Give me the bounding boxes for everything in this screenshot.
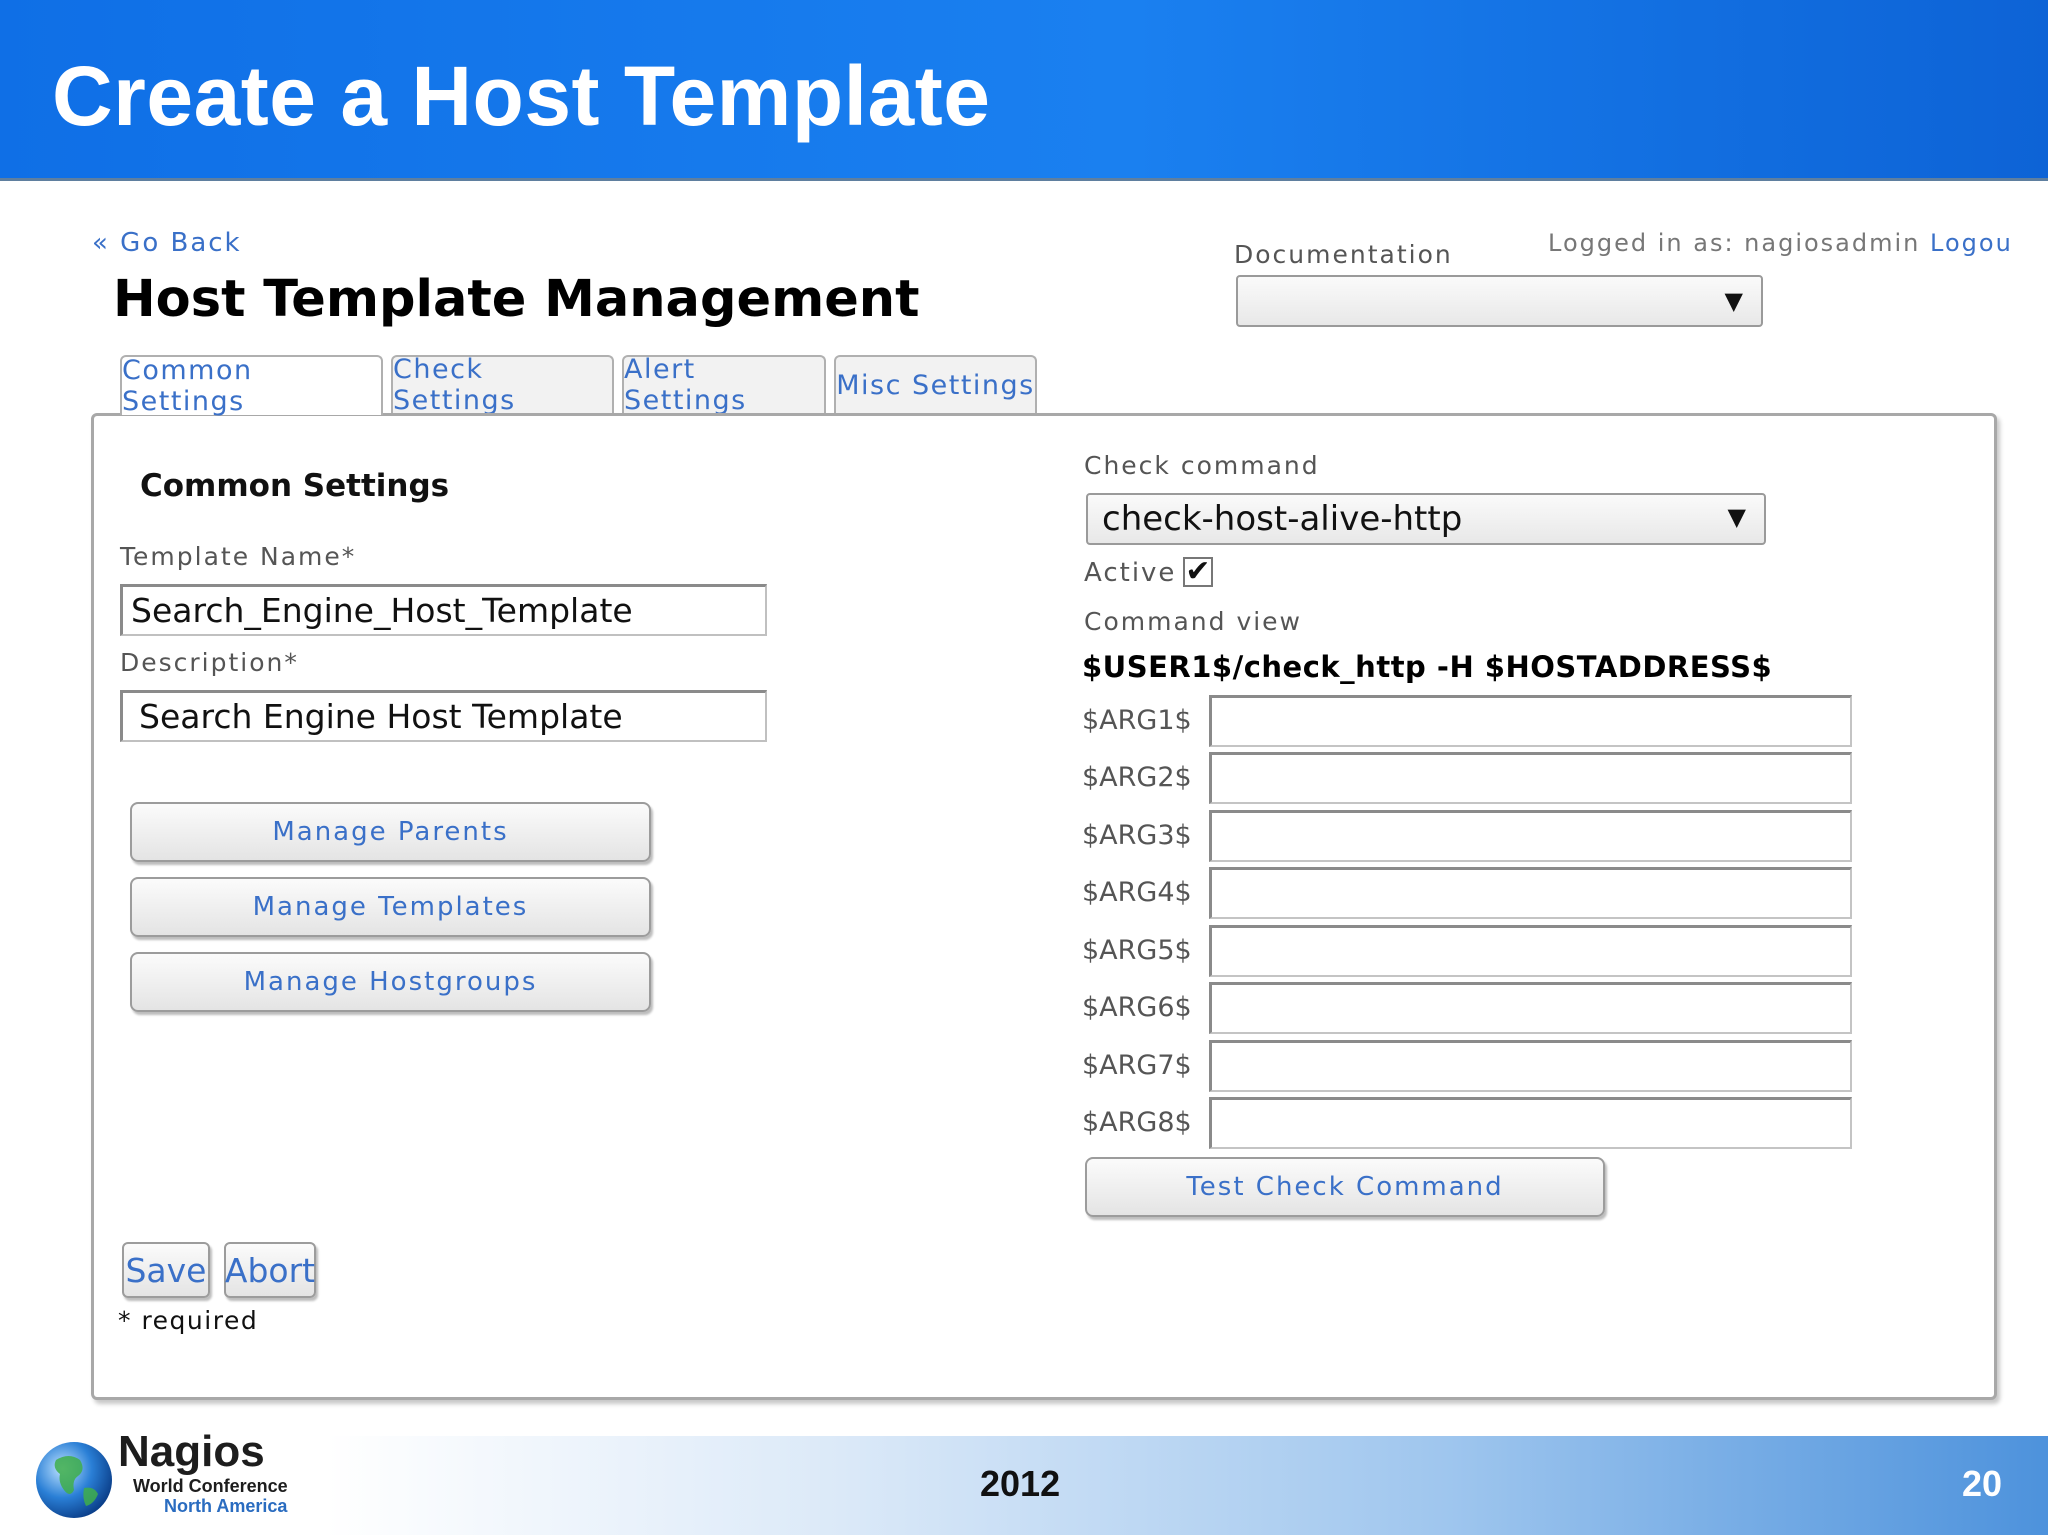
footer-band bbox=[326, 1436, 2048, 1535]
arg-label: $ARG6$ bbox=[1082, 992, 1192, 1023]
page-title: Host Template Management bbox=[113, 270, 920, 329]
chevron-down-icon: ▼ bbox=[1724, 287, 1743, 315]
required-note: * required bbox=[118, 1306, 259, 1335]
arg-label: $ARG7$ bbox=[1082, 1050, 1192, 1081]
tab-misc-settings[interactable]: Misc Settings bbox=[834, 355, 1037, 413]
logo-name: Nagios bbox=[118, 1427, 265, 1476]
check-command-select[interactable]: check-host-alive-http ▼ bbox=[1086, 493, 1766, 545]
arg1-input[interactable] bbox=[1209, 695, 1852, 747]
slide-header: Create a Host Template bbox=[0, 0, 2048, 181]
arg4-input[interactable] bbox=[1209, 867, 1852, 919]
documentation-label: Documentation bbox=[1234, 240, 1453, 269]
arg5-input[interactable] bbox=[1209, 925, 1852, 977]
description-input[interactable]: Search Engine Host Template bbox=[120, 690, 767, 742]
documentation-select[interactable]: ▼ bbox=[1236, 275, 1763, 327]
save-button[interactable]: Save bbox=[122, 1242, 210, 1298]
chevron-down-icon: ▼ bbox=[1727, 503, 1746, 531]
arg6-input[interactable] bbox=[1209, 982, 1852, 1034]
tab-alert-settings[interactable]: Alert Settings bbox=[622, 354, 826, 416]
tab-check-settings[interactable]: Check Settings bbox=[391, 354, 614, 416]
section-title: Common Settings bbox=[140, 468, 450, 504]
logo-subtitle: World Conference bbox=[133, 1476, 288, 1496]
arg7-input[interactable] bbox=[1209, 1040, 1852, 1092]
test-check-command-button[interactable]: Test Check Command bbox=[1085, 1157, 1605, 1217]
check-command-value: check-host-alive-http bbox=[1102, 499, 1463, 539]
check-command-label: Check command bbox=[1084, 451, 1320, 480]
manage-templates-button[interactable]: Manage Templates bbox=[130, 877, 651, 937]
logged-in-status: Logged in as: nagiosadmin Logou bbox=[1548, 229, 2013, 257]
template-name-input[interactable]: Search_Engine_Host_Template bbox=[120, 584, 767, 636]
command-view-label: Command view bbox=[1084, 607, 1303, 636]
arg-label: $ARG8$ bbox=[1082, 1107, 1192, 1138]
active-label: Active bbox=[1084, 558, 1177, 588]
tab-common-settings[interactable]: Common Settings bbox=[120, 355, 383, 417]
arg8-input[interactable] bbox=[1209, 1097, 1852, 1149]
template-name-label: Template Name* bbox=[120, 542, 357, 571]
logged-in-text: Logged in as: nagiosadmin bbox=[1548, 229, 1921, 257]
description-label: Description* bbox=[120, 648, 299, 677]
arg-label: $ARG4$ bbox=[1082, 877, 1192, 908]
arg-label: $ARG2$ bbox=[1082, 762, 1192, 793]
arg2-input[interactable] bbox=[1209, 752, 1852, 804]
arg3-input[interactable] bbox=[1209, 810, 1852, 862]
slide-title: Create a Host Template bbox=[52, 49, 991, 143]
go-back-link[interactable]: « Go Back bbox=[92, 228, 242, 258]
logout-link[interactable]: Logou bbox=[1930, 229, 2013, 257]
manage-parents-button[interactable]: Manage Parents bbox=[130, 802, 651, 862]
abort-button[interactable]: Abort bbox=[224, 1242, 316, 1298]
arg-label: $ARG3$ bbox=[1082, 820, 1192, 851]
command-view-text: $USER1$/check_http -H $HOSTADDRESS$ bbox=[1082, 650, 1773, 684]
slide-number: 20 bbox=[1962, 1463, 2003, 1504]
manage-hostgroups-button[interactable]: Manage Hostgroups bbox=[130, 952, 651, 1012]
active-checkbox[interactable]: ✔ bbox=[1183, 557, 1213, 587]
arg-label: $ARG5$ bbox=[1082, 935, 1192, 966]
logo-region: North America bbox=[164, 1496, 288, 1516]
arg-label: $ARG1$ bbox=[1082, 705, 1192, 736]
footer-year: 2012 bbox=[980, 1463, 1061, 1504]
